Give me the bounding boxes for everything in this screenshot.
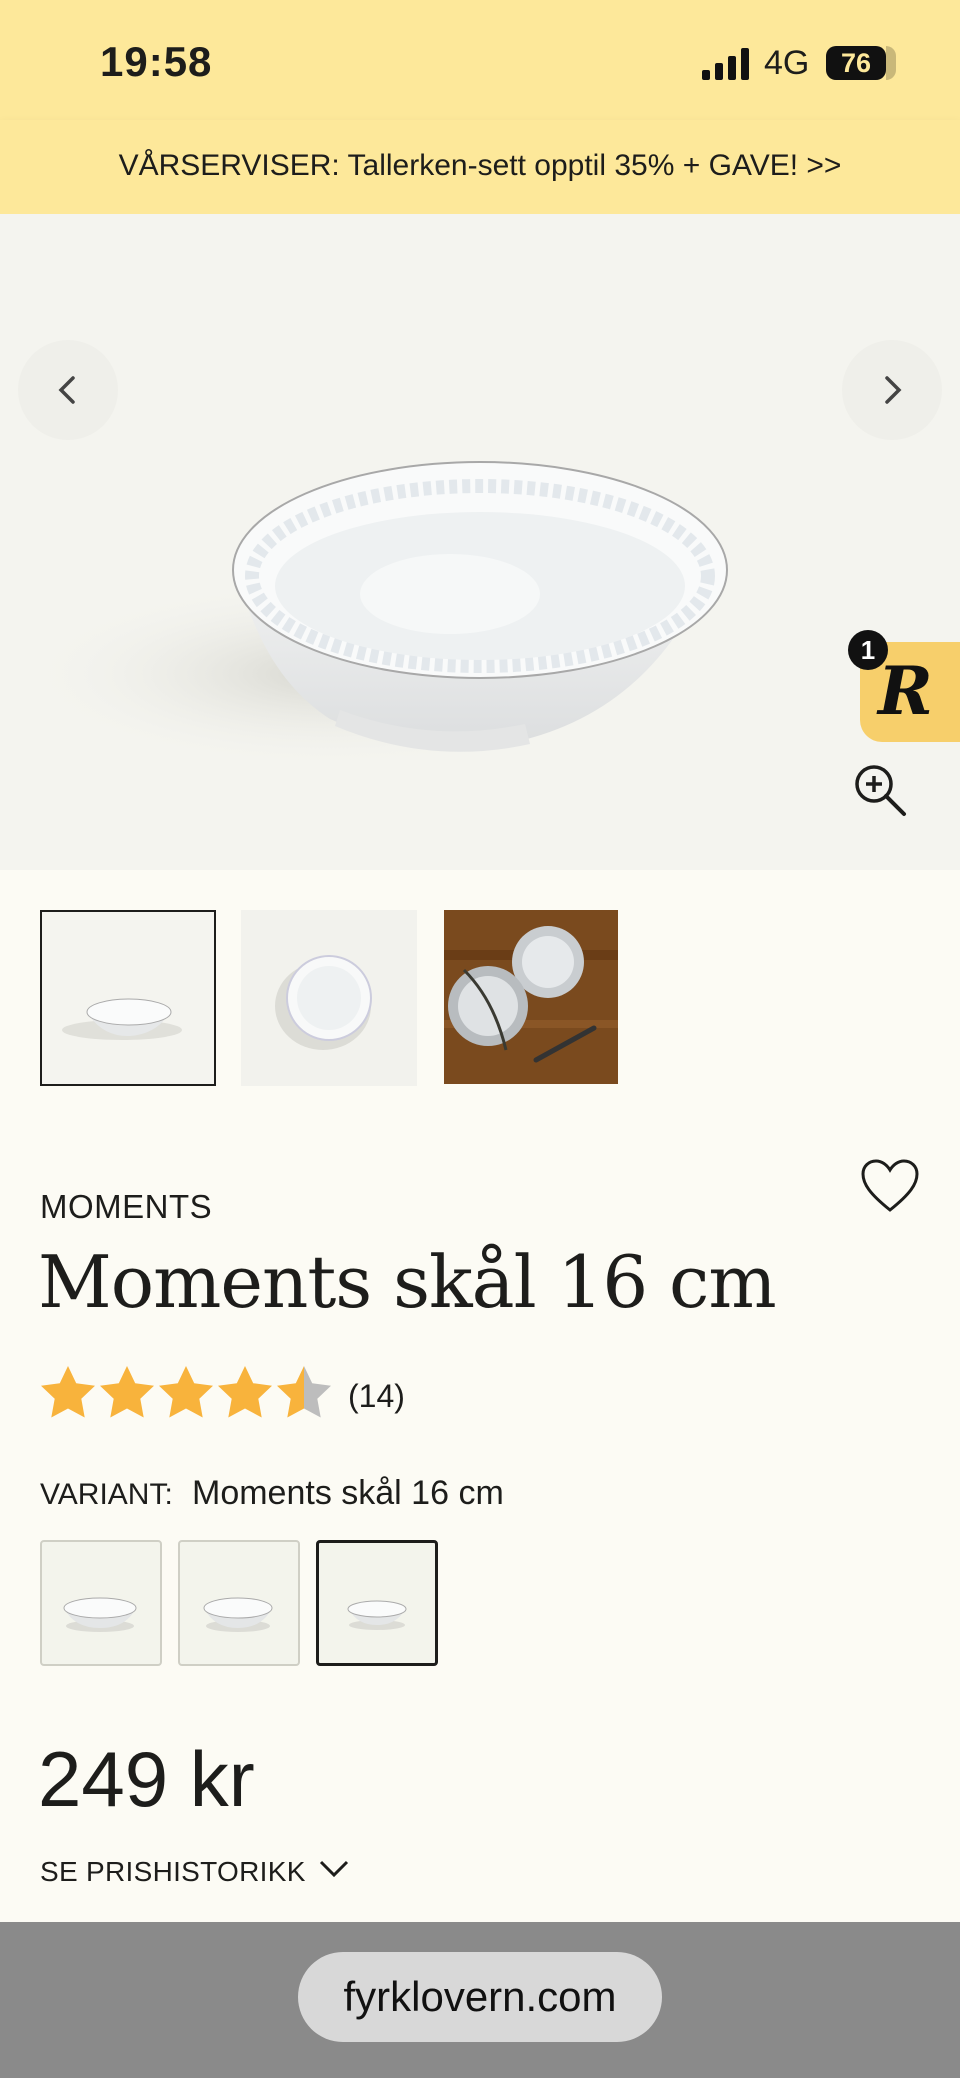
variant-option-1[interactable] xyxy=(40,1540,162,1666)
review-count[interactable]: (14) xyxy=(348,1378,405,1415)
star-4 xyxy=(218,1366,272,1418)
status-time: 19:58 xyxy=(100,38,213,85)
rewards-logo: R xyxy=(878,652,933,730)
price-history-toggle[interactable]: SE PRISHISTORIKK xyxy=(40,1856,306,1888)
previous-image-button[interactable] xyxy=(18,340,118,440)
thumbnail-2[interactable] xyxy=(241,910,417,1086)
star-2 xyxy=(100,1366,154,1418)
star-1 xyxy=(41,1366,95,1418)
variant-label: VARIANT: xyxy=(40,1478,173,1511)
variant-option-3-selected[interactable] xyxy=(316,1540,438,1666)
status-bar: 19:58 4G 76 xyxy=(0,0,960,120)
product-title: Moments skål 16 cm xyxy=(38,1240,777,1324)
star-3 xyxy=(159,1366,213,1418)
variant-bowl-image xyxy=(63,1597,137,1632)
address-bar[interactable]: fyrklovern.com xyxy=(298,1952,662,2042)
battery-remainder xyxy=(886,46,896,80)
network-type: 4G xyxy=(764,44,810,82)
product-image-bowl xyxy=(20,461,728,769)
thumbnail-lifestyle xyxy=(444,910,618,1084)
thumbnail-1[interactable] xyxy=(40,910,216,1086)
variant-option-2[interactable] xyxy=(178,1540,300,1666)
variant-bowl-image xyxy=(347,1600,407,1630)
rewards-badge: 1 xyxy=(848,630,888,670)
next-image-button[interactable] xyxy=(842,340,942,440)
product-image-gallery[interactable] xyxy=(0,214,960,870)
favorite-heart-icon[interactable] xyxy=(860,1158,920,1214)
battery-level: 76 xyxy=(826,46,886,80)
product-price: 249 kr xyxy=(38,1735,255,1823)
zoom-in-icon[interactable] xyxy=(852,762,908,818)
chevron-left-icon xyxy=(58,376,75,404)
variant-value: Moments skål 16 cm xyxy=(192,1474,504,1512)
chevron-right-icon xyxy=(885,376,902,404)
variant-bowl-image xyxy=(203,1597,273,1632)
rating-stars[interactable] xyxy=(38,1364,338,1426)
thumbnail-bowl-side xyxy=(42,912,214,1084)
chevron-down-icon[interactable] xyxy=(318,1858,350,1880)
battery-icon: 76 xyxy=(826,46,896,80)
signal-icon xyxy=(702,48,749,80)
star-5-half xyxy=(277,1366,331,1418)
thumbnail-3[interactable] xyxy=(444,910,618,1084)
promo-banner[interactable]: VÅRSERVISER: Tallerken-sett opptil 35% +… xyxy=(0,120,960,214)
product-brand[interactable]: MOMENTS xyxy=(40,1188,212,1226)
thumbnail-bowl-top xyxy=(241,910,417,1086)
